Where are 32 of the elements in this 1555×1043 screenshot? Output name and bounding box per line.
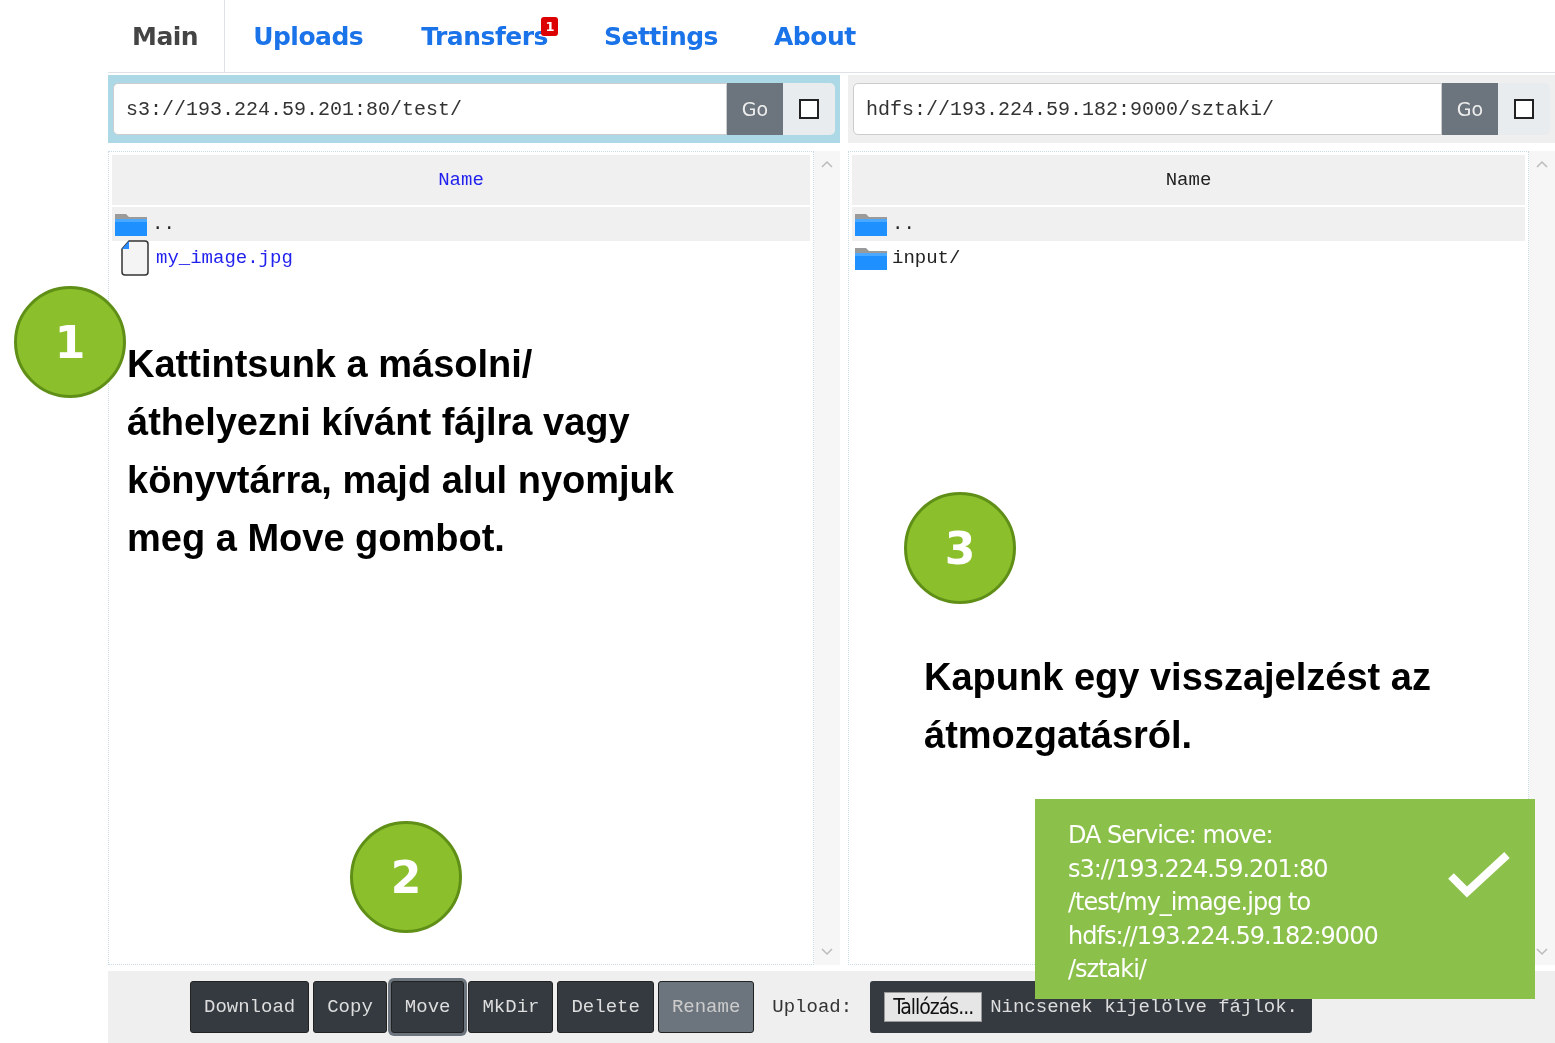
go-button[interactable]: Go [727,83,783,135]
tab[interactable]: Settings [575,0,746,72]
action-button[interactable]: MkDir [468,981,554,1033]
notification-badge: 1 [541,17,558,36]
column-header[interactable]: Name [112,155,810,207]
path-field[interactable]: hdfs://193.224.59.182:9000/sztaki/ [853,83,1442,135]
action-button[interactable]: Delete [557,981,654,1033]
tab[interactable]: Uploads [225,0,394,72]
step-number: 2 [350,821,462,933]
action-button[interactable]: Download [190,981,310,1033]
folder-icon [114,211,148,237]
tab[interactable]: About [745,0,884,72]
callout-text: Kattintsunk a másolni/áthelyezni kívánt fájlra vagy könyvtárra, majd alul nyomjuk meg a Move gombot. [127,342,675,561]
checkbox[interactable] [1514,99,1534,119]
path-field[interactable]: s3://193.224.59.201:80/test/ [113,83,727,135]
action-button[interactable]: Copy [313,981,387,1033]
file-status: Nincsenek kijelölve fájlok. [990,996,1298,1018]
file-name[interactable]: .. [892,213,915,235]
action-button[interactable]: Move [390,981,465,1033]
step-number: 3 [904,492,1016,604]
checkbox[interactable] [799,99,819,119]
folder-icon [854,211,888,237]
folder-icon [854,245,888,271]
callout-text: Kapunk egy visszajelzést az átmozgatásról. [924,655,1432,758]
column-header[interactable]: Name [852,155,1525,207]
file-name[interactable]: input/ [892,247,961,269]
file-name[interactable]: my_image.jpg [156,247,293,269]
upload-label: Upload: [772,996,853,1018]
file-name[interactable]: .. [152,213,175,235]
browse-button[interactable]: Tallózás... [884,992,983,1022]
go-button[interactable]: Go [1442,83,1498,135]
step-number: 1 [14,286,126,398]
